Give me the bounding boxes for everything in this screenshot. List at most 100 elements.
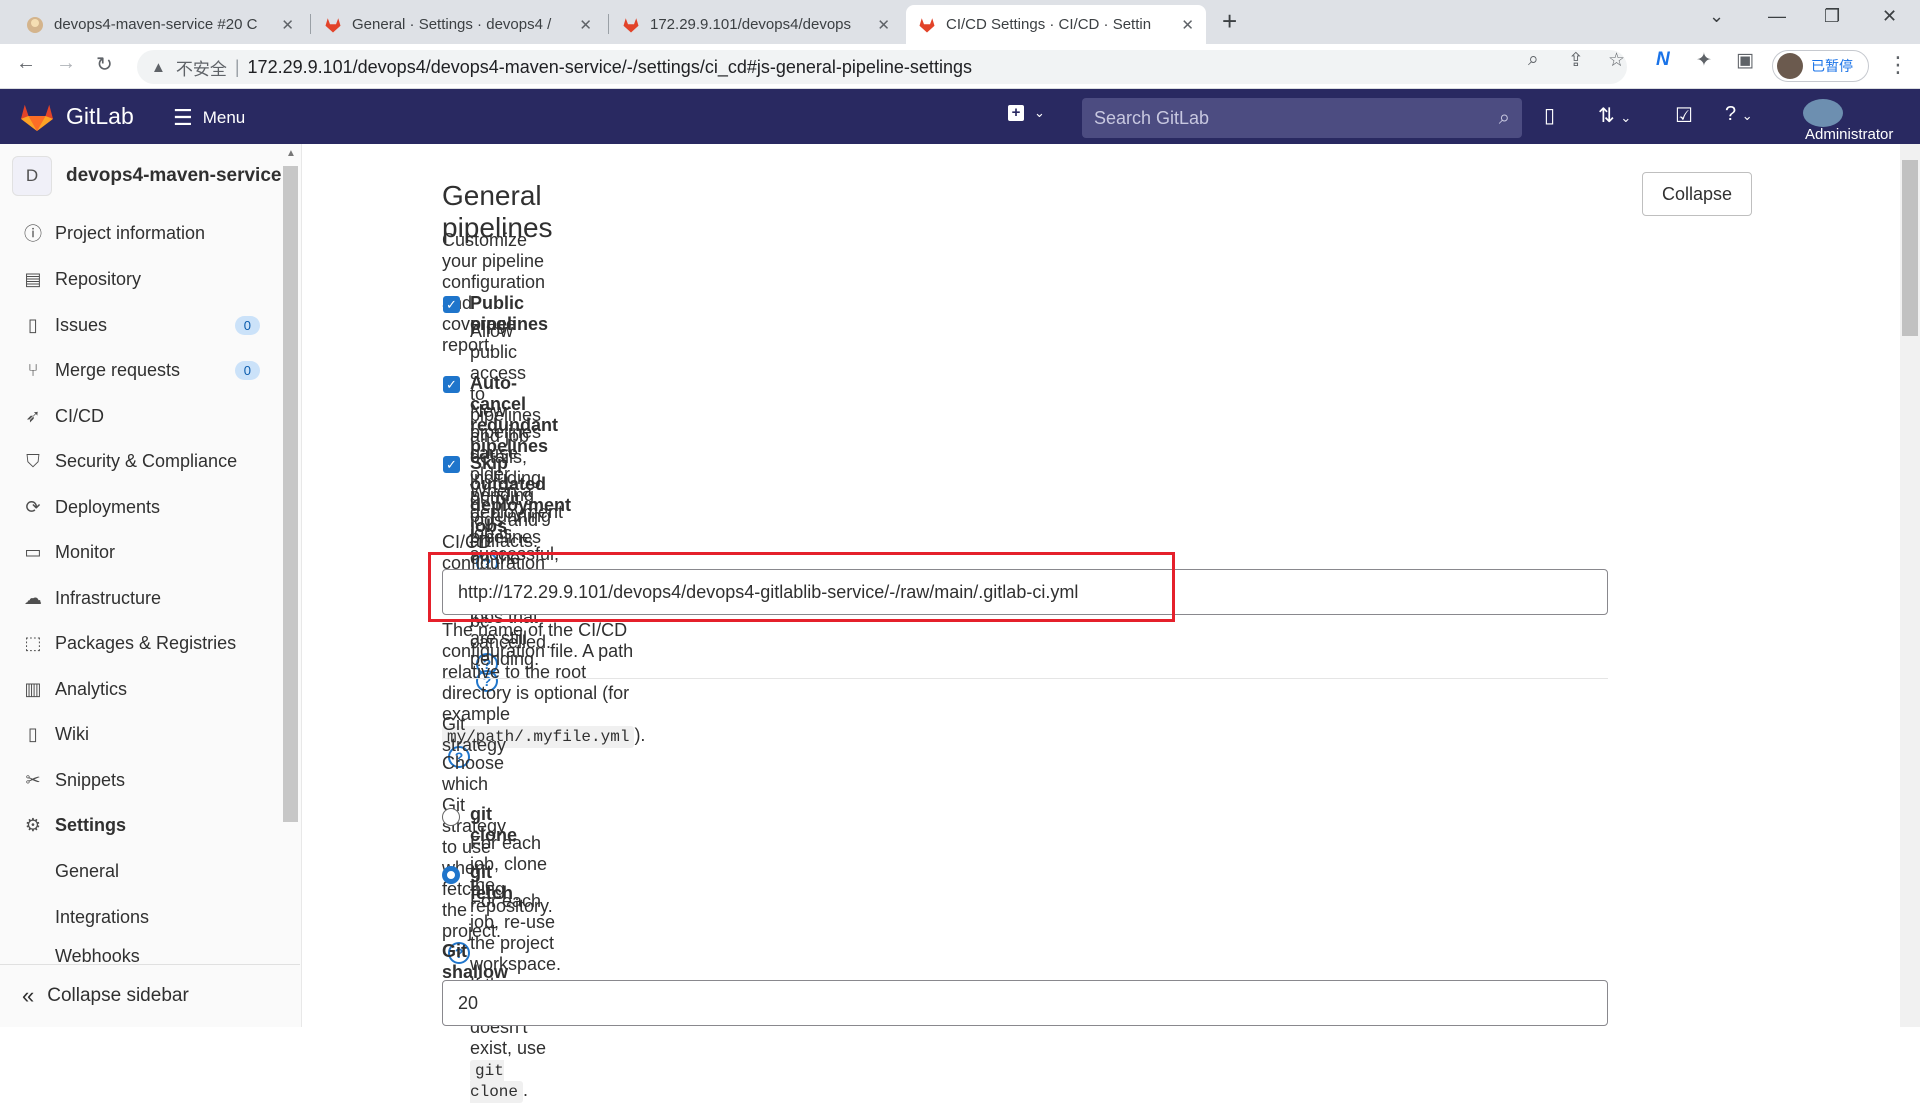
sidebar-item-snippets[interactable]: ✂ Snippets: [0, 762, 270, 798]
sidebar-item-repository[interactable]: ▤ Repository: [0, 261, 270, 297]
rocket-icon: ➶: [25, 405, 41, 426]
gitlab-tab-icon: [918, 16, 936, 34]
help-icon[interactable]: ? ⌄: [1725, 103, 1753, 126]
warning-icon: ▲: [151, 58, 166, 76]
project-name: devops4-maven-service: [66, 165, 282, 186]
profile-button[interactable]: 已暂停: [1772, 50, 1869, 82]
browser-tab-strip: devops4-maven-service #20 C ✕ General · …: [0, 0, 1920, 44]
project-avatar: D: [12, 156, 52, 196]
git-fetch-radio[interactable]: [442, 866, 460, 884]
sidebar-item-settings[interactable]: ⚙ Settings: [0, 807, 270, 843]
menu-button[interactable]: ☰ Menu: [173, 105, 245, 131]
sidebar-item-deployments[interactable]: ⟳ Deployments: [0, 489, 270, 525]
address-bar-row: ← → ↻ ▲ 不安全 | 172.29.9.101/devops4/devop…: [0, 44, 1920, 89]
sidebar-item-security[interactable]: ⛉ Security & Compliance: [0, 443, 270, 479]
collapse-button[interactable]: Collapse: [1642, 172, 1752, 216]
chart-icon: ▥: [24, 678, 42, 699]
gitlab-home-link[interactable]: GitLab: [20, 100, 134, 132]
avatar[interactable]: [1803, 99, 1843, 127]
avatar: [1777, 53, 1803, 79]
shallow-clone-input[interactable]: 20: [442, 980, 1608, 1026]
count-badge: 0: [234, 361, 260, 380]
forward-icon[interactable]: →: [56, 52, 76, 75]
back-icon[interactable]: ←: [16, 52, 36, 75]
auto-cancel-checkbox[interactable]: ✓: [443, 376, 460, 393]
cloud-icon: ☁: [24, 587, 42, 608]
chevron-down-icon: ⌄: [1034, 105, 1045, 120]
restore-icon[interactable]: ❐: [1824, 6, 1840, 27]
git-strategy-title: Git strategy: [442, 714, 507, 755]
collapse-sidebar-button[interactable]: « Collapse sidebar: [0, 964, 300, 1026]
issues-icon[interactable]: ▯: [1544, 103, 1555, 128]
sidebar-item-wiki[interactable]: ▯ Wiki: [0, 716, 270, 752]
scissors-icon: ✂: [25, 769, 41, 790]
extensions-puzzle-icon[interactable]: ✦: [1696, 49, 1712, 72]
sidebar-item-analytics[interactable]: ▥ Analytics: [0, 671, 270, 707]
project-sidebar: D devops4-maven-service ▲ ⓘ Project infor…: [0, 144, 302, 1027]
url-text[interactable]: 172.29.9.101/devops4/devops4-maven-servi…: [248, 57, 972, 78]
monitor-icon: ▭: [24, 541, 42, 562]
sidebar-item-merge-requests[interactable]: ⑂ Merge requests 0: [0, 352, 270, 388]
public-pipelines-checkbox[interactable]: ✓: [443, 296, 460, 313]
close-icon[interactable]: ✕: [1181, 16, 1194, 34]
scroll-up-icon[interactable]: ▲: [286, 148, 296, 159]
sidebar-subitem-integrations[interactable]: Integrations: [0, 899, 270, 935]
close-icon[interactable]: ✕: [579, 16, 592, 34]
sidebar-subitem-webhooks[interactable]: Webhooks: [0, 944, 270, 964]
browser-tab-active[interactable]: CI/CD Settings · CI/CD · Settin ✕: [906, 5, 1206, 44]
count-badge: 0: [234, 316, 260, 335]
doc-icon: ▤: [24, 268, 42, 289]
sidebar-subitem-general[interactable]: General: [0, 853, 270, 889]
search-input[interactable]: Search GitLab ⌕: [1082, 98, 1522, 138]
address-bar[interactable]: ▲ 不安全 | 172.29.9.101/devops4/devops4-mav…: [137, 50, 1627, 84]
side-panel-icon[interactable]: ▣: [1736, 49, 1754, 72]
zoom-icon[interactable]: ⌕: [1528, 49, 1539, 71]
browser-menu-icon[interactable]: ⋮: [1887, 52, 1909, 78]
minimize-icon[interactable]: —: [1768, 6, 1786, 27]
extension-n-icon[interactable]: N: [1656, 49, 1670, 71]
page-scrollbar-thumb[interactable]: [1902, 160, 1918, 336]
deploy-icon: ⟳: [25, 496, 41, 517]
sidebar-scrollbar[interactable]: [283, 166, 298, 822]
sidebar-item-cicd[interactable]: ➶ CI/CD: [0, 398, 270, 434]
close-icon[interactable]: ✕: [281, 16, 294, 34]
bookmark-star-icon[interactable]: ☆: [1608, 49, 1625, 72]
new-tab-button[interactable]: +: [1222, 8, 1237, 34]
sidebar-item-monitor[interactable]: ▭ Monitor: [0, 534, 270, 570]
sidebar-item-project-information[interactable]: ⓘ Project information: [0, 215, 270, 251]
merge-requests-icon[interactable]: ⇅ ⌄: [1598, 103, 1631, 128]
todo-icon[interactable]: ☑: [1675, 103, 1693, 128]
browser-tab[interactable]: General · Settings · devops4 / ✕: [312, 5, 604, 44]
gitlab-tab-icon: [622, 16, 640, 34]
project-link[interactable]: D devops4-maven-service: [12, 156, 281, 196]
git-clone-radio[interactable]: [442, 808, 460, 826]
jenkins-icon: [26, 16, 44, 34]
tab-search-icon[interactable]: ⌄: [1709, 6, 1724, 27]
share-icon[interactable]: ⇪: [1568, 49, 1584, 72]
sidebar-item-infrastructure[interactable]: ☁ Infrastructure: [0, 580, 270, 616]
gitlab-tab-icon: [324, 16, 342, 34]
issues-icon: ▯: [28, 314, 38, 335]
shield-icon: ⛉: [26, 450, 40, 471]
double-chevron-left-icon: «: [22, 982, 35, 1008]
close-icon[interactable]: ✕: [877, 16, 890, 34]
gitlab-header: GitLab ☰ Menu + ⌄ Search GitLab ⌕ ▯ ⇅ ⌄ …: [0, 89, 1920, 144]
new-dropdown-button[interactable]: + ⌄: [1008, 105, 1045, 121]
divider: [442, 678, 1608, 679]
gitlab-logo-icon: [21, 104, 53, 132]
gear-icon: ⚙: [24, 814, 42, 835]
skip-outdated-checkbox[interactable]: ✓: [443, 456, 460, 473]
window-close-icon[interactable]: ✕: [1882, 6, 1897, 27]
sidebar-item-packages[interactable]: ⬚ Packages & Registries: [0, 625, 270, 661]
sidebar-item-issues[interactable]: ▯ Issues 0: [0, 307, 270, 343]
package-icon: ⬚: [24, 632, 42, 653]
merge-icon: ⑂: [27, 359, 39, 380]
reload-icon[interactable]: ↻: [96, 52, 113, 77]
search-icon: ⌕: [1498, 106, 1510, 129]
browser-tab[interactable]: 172.29.9.101/devops4/devops ✕: [610, 5, 902, 44]
hamburger-icon: ☰: [173, 105, 193, 130]
book-icon: ▯: [28, 723, 38, 744]
browser-tab[interactable]: devops4-maven-service #20 C ✕: [14, 5, 306, 44]
info-icon: ⓘ: [24, 224, 42, 244]
plus-square-icon: +: [1008, 105, 1024, 121]
